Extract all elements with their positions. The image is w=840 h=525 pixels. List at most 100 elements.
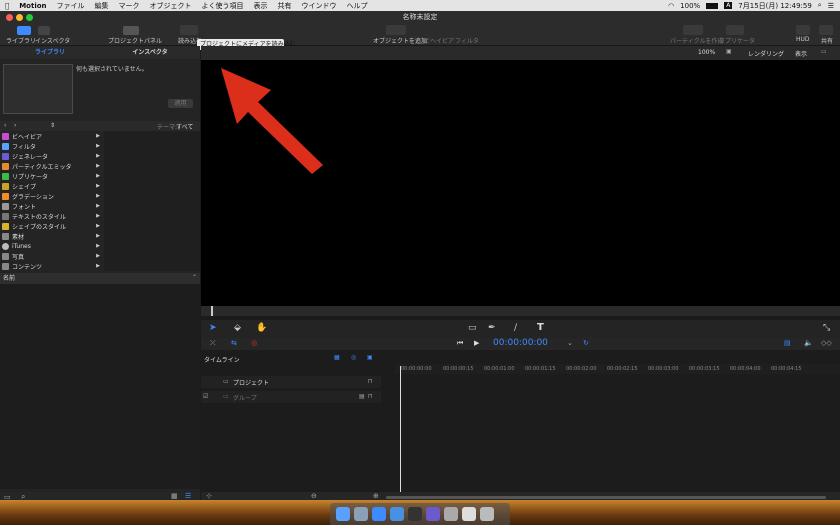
paint-tool-icon[interactable]: ∕ <box>514 323 517 333</box>
select-tool-icon[interactable]: ➤ <box>209 323 217 333</box>
menu-file[interactable]: ファイル <box>52 1 90 11</box>
list-item[interactable]: iTunes ▶ <box>0 241 104 251</box>
canvas[interactable] <box>201 60 840 306</box>
channels-icon[interactable]: ▣ <box>726 48 732 55</box>
playhead[interactable] <box>400 366 401 492</box>
group-visibility-checkbox[interactable]: ☑ <box>203 393 208 400</box>
hud-icon[interactable] <box>796 25 810 35</box>
finder-icon[interactable] <box>336 507 350 521</box>
name-column-header[interactable]: 名前 <box>0 273 200 284</box>
app-store-icon[interactable] <box>372 507 386 521</box>
list-item[interactable]: シェイプ ▶ <box>0 181 104 191</box>
grid-view-icon[interactable]: ▦ <box>171 492 178 500</box>
zoom-in-icon[interactable]: ⊕ <box>373 492 379 500</box>
menu-motion[interactable]: Motion <box>14 2 51 10</box>
view-menu[interactable]: 表示 <box>795 49 807 58</box>
safari-icon[interactable] <box>390 507 404 521</box>
wifi-icon[interactable]: ◠ <box>668 2 674 10</box>
input-source-indicator[interactable]: A <box>724 2 733 9</box>
inspector-icon[interactable] <box>38 26 50 35</box>
lock-icon[interactable]: ⊓ <box>368 393 373 400</box>
loop-playback-icon[interactable]: ↻ <box>583 339 589 347</box>
list-item[interactable]: 写真 ▶ <box>0 251 104 261</box>
list-item[interactable]: テキストのスタイル ▶ <box>0 211 104 221</box>
pen-tool-icon[interactable]: ✒ <box>488 323 496 333</box>
system-preferences-icon[interactable] <box>426 507 440 521</box>
timecode-dropdown-icon[interactable]: ⌄ <box>567 339 573 347</box>
keyframe-editor-icon[interactable]: ▣ <box>367 354 373 361</box>
audio-track-icon[interactable]: ◎ <box>351 354 356 361</box>
menu-edit[interactable]: 編集 <box>90 1 114 11</box>
menu-window[interactable]: ウインドウ <box>297 1 342 11</box>
layers-icon[interactable]: ▦ <box>334 354 340 361</box>
timecode-display[interactable]: 00:00:00:00 <box>493 338 548 348</box>
library-file-list[interactable] <box>0 284 200 489</box>
mini-playhead[interactable] <box>211 306 213 316</box>
list-item[interactable]: リプリケータ ▶ <box>0 171 104 181</box>
shape-tool-icon[interactable]: ▭ <box>468 323 477 333</box>
tab-library[interactable]: ライブラリ <box>0 46 100 59</box>
render-menu[interactable]: レンダリング <box>748 49 784 58</box>
minimize-button[interactable] <box>16 14 23 21</box>
keyframe-nav-icon[interactable]: ◇◇ <box>821 339 832 347</box>
group-options-icon[interactable]: ▤ <box>359 393 365 400</box>
clock[interactable]: 7月15日(月) 12:49:59 <box>738 1 812 11</box>
menu-object[interactable]: オブジェクト <box>145 1 197 11</box>
zoom-out-icon[interactable]: ⊖ <box>311 492 317 500</box>
back-icon[interactable]: ‹ <box>4 122 6 129</box>
project-panel-label[interactable]: プロジェクトパネル <box>108 36 162 45</box>
list-item[interactable]: 素材 ▶ <box>0 231 104 241</box>
list-item[interactable]: コンテンツ ▶ <box>0 261 104 271</box>
timeline-row-group[interactable]: ☑ ▭ グループ ▤ ⊓ <box>201 391 381 403</box>
loop-icon[interactable]: ⤫ <box>210 339 216 348</box>
lock-icon[interactable]: ⊓ <box>368 378 373 385</box>
share-label[interactable]: 共有 <box>821 36 833 45</box>
list-item[interactable]: フィルタ ▶ <box>0 141 104 151</box>
play-button[interactable]: ▶ <box>474 339 479 347</box>
record-icon[interactable]: ◎ <box>251 339 257 347</box>
fullscreen-icon[interactable]: ⤡ <box>823 323 830 333</box>
behavior-label[interactable]: ビヘイビア <box>424 36 454 45</box>
list-item[interactable]: ビヘイビア ▶ <box>0 131 104 141</box>
menu-favorites[interactable]: よく使う項目 <box>197 1 249 11</box>
zoom-level[interactable]: 100% <box>698 49 715 56</box>
filter-label[interactable]: フィルタ <box>455 36 479 45</box>
skip-start-icon[interactable]: ⏮ <box>457 339 463 348</box>
theme-select[interactable]: すべて <box>176 122 193 131</box>
list-item[interactable]: パーティクルエミッタ ▶ <box>0 161 104 171</box>
list-item[interactable]: グラデーション ▶ <box>0 191 104 201</box>
timeline-toggle-icon[interactable]: ▤ <box>784 339 791 347</box>
launchpad-icon[interactable] <box>354 507 368 521</box>
inspector-button-label[interactable]: インスペクタ <box>35 36 70 45</box>
zoom-button[interactable] <box>26 14 33 21</box>
search-icon[interactable]: ⌕ <box>818 1 822 10</box>
share-icon[interactable] <box>819 25 833 35</box>
import-icon[interactable] <box>180 25 198 35</box>
hud-label[interactable]: HUD <box>796 36 810 43</box>
menu-share[interactable]: 共有 <box>273 1 297 11</box>
tab-inspector[interactable]: インスペクタ <box>100 46 200 59</box>
add-object-label[interactable]: オブジェクトを追加 <box>373 36 427 45</box>
nav-stepper-icon[interactable]: ⇕ <box>50 122 55 129</box>
library-icon[interactable] <box>17 26 31 35</box>
trash-icon[interactable] <box>480 507 494 521</box>
menu-list-icon[interactable]: ☰ <box>828 2 834 10</box>
photos-app-icon[interactable] <box>444 507 458 521</box>
timeline-ruler[interactable]: 00:00:00:00 00:00:00:15 00:00:01:00 00:0… <box>395 364 840 374</box>
replicator-icon[interactable] <box>726 25 744 35</box>
forward-icon[interactable]: › <box>14 122 16 129</box>
particles-label[interactable]: パーティクルを作成 <box>670 36 723 45</box>
timeline-scrollbar[interactable] <box>386 496 826 499</box>
list-view-icon[interactable]: ☰ <box>185 492 191 500</box>
battery-icon[interactable] <box>706 2 719 9</box>
menu-mark[interactable]: マーク <box>114 1 145 11</box>
list-item[interactable]: フォント ▶ <box>0 201 104 211</box>
list-item[interactable]: シェイプのスタイル ▶ <box>0 221 104 231</box>
list-item[interactable]: ジェネレータ ▶ <box>0 151 104 161</box>
collapse-icon[interactable]: ⌃ <box>192 274 197 281</box>
add-object-icon[interactable] <box>386 25 406 35</box>
library-content-list[interactable] <box>104 131 200 271</box>
record-keyframe-icon[interactable]: ⇆ <box>231 339 237 347</box>
motion-icon[interactable] <box>408 507 422 521</box>
library-button-label[interactable]: ライブラリ <box>6 36 36 45</box>
